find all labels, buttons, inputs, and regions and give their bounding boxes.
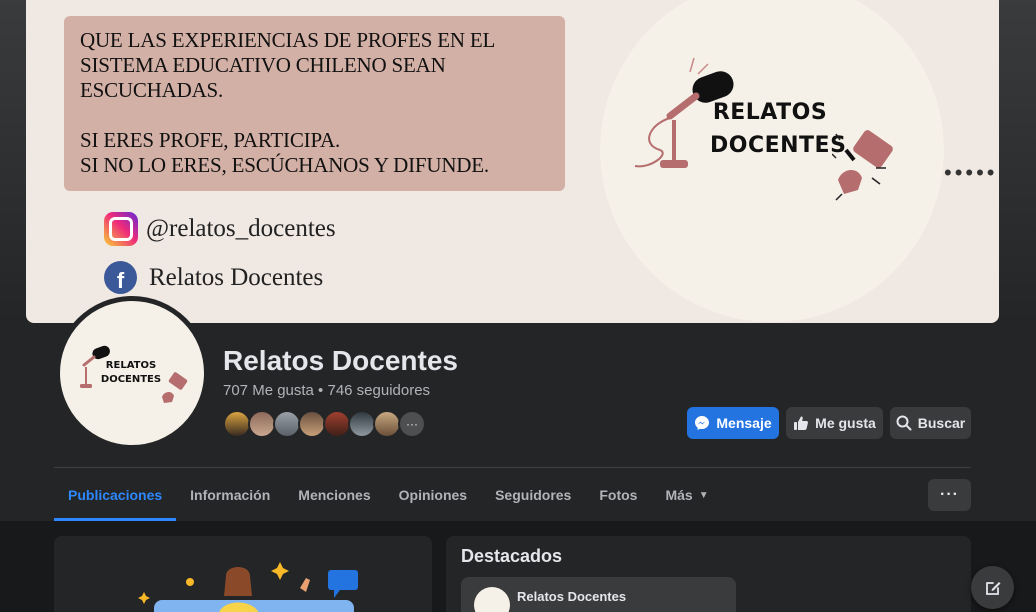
page-stats[interactable]: 707 Me gusta • 746 seguidores [223,382,430,399]
avatar-logo-line: DOCENTES [100,374,162,385]
featured-card: Destacados Relatos Docentes [446,536,971,612]
compose-message-button[interactable] [971,566,1014,609]
clapperboard-hand-icon [832,130,893,201]
tab-mas-label: Más [665,487,693,503]
featured-title: Destacados [461,546,563,566]
more-options-button[interactable]: ··· [928,479,971,511]
like-button[interactable]: Me gusta [786,407,883,439]
follower-avatar[interactable] [373,410,401,438]
cover-dots: ••••• [944,160,998,185]
like-button-label: Me gusta [815,415,876,431]
featured-post[interactable]: Relatos Docentes [461,577,736,612]
follower-avatar[interactable] [248,410,276,438]
more-followers-icon[interactable]: ··· [398,410,426,438]
facebook-icon: f [104,261,137,294]
avatar-clapper-icon [162,372,188,403]
search-button[interactable]: Buscar [890,407,971,439]
tab-mas[interactable]: Más ▼ [651,469,722,521]
follower-avatar[interactable] [223,410,251,438]
cover-message-box: QUE LAS EXPERIENCIAS DE PROFES EN EL SIS… [64,16,565,191]
cover-instagram-row: @relatos_docentes [104,212,336,246]
tab-publicaciones[interactable]: Publicaciones [54,469,177,521]
welcome-illustration [138,562,358,612]
cover-line: SI NO LO ERES, ESCÚCHANOS Y DIFUNDE. [80,153,489,177]
tab-informacion[interactable]: Información [176,469,284,521]
compose-icon [985,581,1000,595]
follower-avatar[interactable] [348,410,376,438]
cover-line: QUE LAS EXPERIENCIAS DE PROFES EN EL [80,28,496,52]
avatar-logo-line: RELATOS [105,360,157,371]
cover-line: ESCUCHADAS. [80,78,224,102]
cover-line: SISTEMA EDUCATIVO CHILENO SEAN [80,53,446,77]
search-icon [896,415,912,431]
intro-card [54,536,432,612]
header-divider [54,467,971,468]
message-button[interactable]: Mensaje [687,407,779,439]
avatar-logo-text: RELATOS DOCENTES [100,359,162,387]
message-button-label: Mensaje [716,415,772,431]
profile-avatar[interactable]: RELATOS DOCENTES [56,297,208,449]
page-tabs: Publicaciones Información Menciones Opin… [54,469,723,521]
page-title: Relatos Docentes [223,345,458,376]
tab-seguidores[interactable]: Seguidores [481,469,585,521]
instagram-handle: @relatos_docentes [146,215,336,242]
facebook-page: QUE LAS EXPERIENCIAS DE PROFES EN EL SIS… [0,0,1036,612]
cover-logo-circle: RELATOS DOCENTES [600,0,944,322]
post-author-name[interactable]: Relatos Docentes [517,589,626,604]
tab-fotos[interactable]: Fotos [585,469,651,521]
cover-photo[interactable]: QUE LAS EXPERIENCIAS DE PROFES EN EL SIS… [26,0,999,323]
cover-logo-text: RELATOS DOCENTES [710,96,847,162]
thumbs-up-icon [794,416,809,430]
cover-logo-line: RELATOS [712,100,828,125]
search-button-label: Buscar [917,415,966,431]
tab-opiniones[interactable]: Opiniones [385,469,481,521]
follower-avatar[interactable] [273,410,301,438]
instagram-icon [104,212,138,246]
caret-down-icon: ▼ [698,489,709,501]
follower-avatar[interactable] [323,410,351,438]
cover-facebook-row: f Relatos Docentes [104,261,323,294]
post-avatar[interactable] [474,587,510,612]
cover-logo-line: DOCENTES [710,133,847,158]
follower-avatars[interactable]: ··· [223,410,426,438]
follower-avatar[interactable] [298,410,326,438]
tab-menciones[interactable]: Menciones [284,469,384,521]
facebook-name: Relatos Docentes [149,263,324,291]
cover-line: SI ERES PROFE, PARTICIPA. [80,128,341,152]
messenger-icon [695,416,710,430]
